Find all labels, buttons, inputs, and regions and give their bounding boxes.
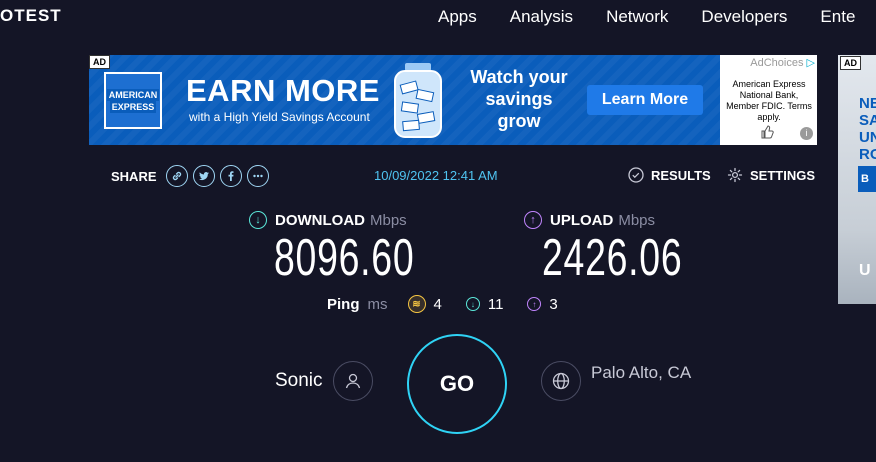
side-ad-text: NE SA UN RO xyxy=(859,95,876,163)
amex-logo-line1: AMERICAN xyxy=(106,88,160,101)
globe-icon[interactable] xyxy=(541,361,581,401)
server-location[interactable]: Palo Alto, CA xyxy=(591,363,691,383)
side-ad-line: UN xyxy=(859,129,876,146)
upload-arrow-icon: ↑ xyxy=(524,211,542,229)
link-icon[interactable] xyxy=(165,165,188,187)
ad-watch-line3: grow xyxy=(497,111,541,131)
test-timestamp: 10/09/2022 12:41 AM xyxy=(374,168,498,183)
side-ad-bottom-text: U xyxy=(859,262,871,279)
ad-headline: EARN MORE xyxy=(186,73,380,108)
download-speed-value: 8096.60 xyxy=(274,229,415,287)
ping-unit: ms xyxy=(367,295,388,313)
idle-latency-icon: ≋ xyxy=(407,295,426,313)
nav-apps[interactable]: Apps xyxy=(438,7,477,27)
side-ad-tag: AD xyxy=(840,56,861,70)
results-label: RESULTS xyxy=(651,167,711,183)
download-label: DOWNLOAD xyxy=(275,211,365,229)
upload-speed-value: 2426.06 xyxy=(542,229,683,287)
side-ad-line: RO xyxy=(859,146,876,163)
user-icon[interactable] xyxy=(333,361,373,401)
isp-name: Sonic xyxy=(275,370,323,391)
twitter-icon[interactable] xyxy=(192,165,215,187)
side-ad-line: SA xyxy=(859,112,876,129)
ad-tag: AD xyxy=(89,55,110,69)
ad-info-icon[interactable]: i xyxy=(800,127,813,140)
share-label: SHARE xyxy=(111,168,157,184)
download-arrow-icon: ↓ xyxy=(249,211,267,229)
side-ad-line: NE xyxy=(859,95,876,112)
share-bar: SHARE xyxy=(111,165,269,187)
upload-latency-icon: ↑ xyxy=(527,297,542,311)
side-ad-button[interactable]: B xyxy=(858,166,876,192)
more-icon[interactable] xyxy=(246,165,269,187)
upload-header: ↑ UPLOAD Mbps xyxy=(524,211,655,229)
ping-label: Ping xyxy=(327,295,360,313)
download-latency-value: 11 xyxy=(487,295,504,313)
adchoices-link[interactable]: AdChoices ▷ xyxy=(750,56,815,69)
thumbs-up-icon[interactable] xyxy=(760,125,774,142)
upload-unit: Mbps xyxy=(618,211,656,229)
ad-watch-line2: savings xyxy=(485,89,553,109)
facebook-icon[interactable] xyxy=(219,165,242,187)
amex-logo-line2: EXPRESS xyxy=(109,100,157,113)
side-ad[interactable]: AD NE SA UN RO B U xyxy=(838,55,876,304)
learn-more-button[interactable]: Learn More xyxy=(587,85,703,115)
download-latency-icon: ↓ xyxy=(465,297,480,311)
adchoices-icon: ▷ xyxy=(806,57,815,69)
amex-logo: AMERICAN EXPRESS xyxy=(104,72,162,129)
ad-subline: with a High Yield Savings Account xyxy=(189,110,370,124)
go-button[interactable]: GO xyxy=(407,334,507,434)
adchoices-label: AdChoices xyxy=(750,57,804,69)
ad-watch-line1: Watch your xyxy=(470,67,568,87)
money-jar-icon xyxy=(394,63,442,138)
checkmark-circle-icon xyxy=(628,167,644,183)
speedtest-logo[interactable]: OTEST xyxy=(0,6,62,26)
upload-label: UPLOAD xyxy=(550,211,614,229)
nav-enterprise[interactable]: Ente xyxy=(820,7,855,27)
ad-disclosure-text: American Express National Bank, Member F… xyxy=(726,79,812,122)
download-unit: Mbps xyxy=(370,211,407,229)
idle-latency-value: 4 xyxy=(433,295,442,313)
banner-ad[interactable]: AD AMERICAN EXPRESS EARN MORE with a Hig… xyxy=(89,55,817,145)
settings-button[interactable]: SETTINGS xyxy=(727,167,815,183)
nav-developers[interactable]: Developers xyxy=(701,7,787,27)
nav-analysis[interactable]: Analysis xyxy=(510,7,573,27)
ad-disclosure-panel: AdChoices ▷ American Express National Ba… xyxy=(720,55,817,145)
nav-network[interactable]: Network xyxy=(606,7,668,27)
results-button[interactable]: RESULTS xyxy=(628,167,711,183)
gear-icon xyxy=(727,167,743,183)
ping-row: Ping ms ≋ 4 ↓ 11 ↑ 3 xyxy=(327,295,582,313)
top-nav: Apps Analysis Network Developers Ente xyxy=(438,7,855,27)
settings-label: SETTINGS xyxy=(750,167,816,183)
ad-watch-text: Watch your savings grow xyxy=(459,66,579,132)
upload-latency-value: 3 xyxy=(549,295,558,313)
download-header: ↓ DOWNLOAD Mbps xyxy=(249,211,407,229)
